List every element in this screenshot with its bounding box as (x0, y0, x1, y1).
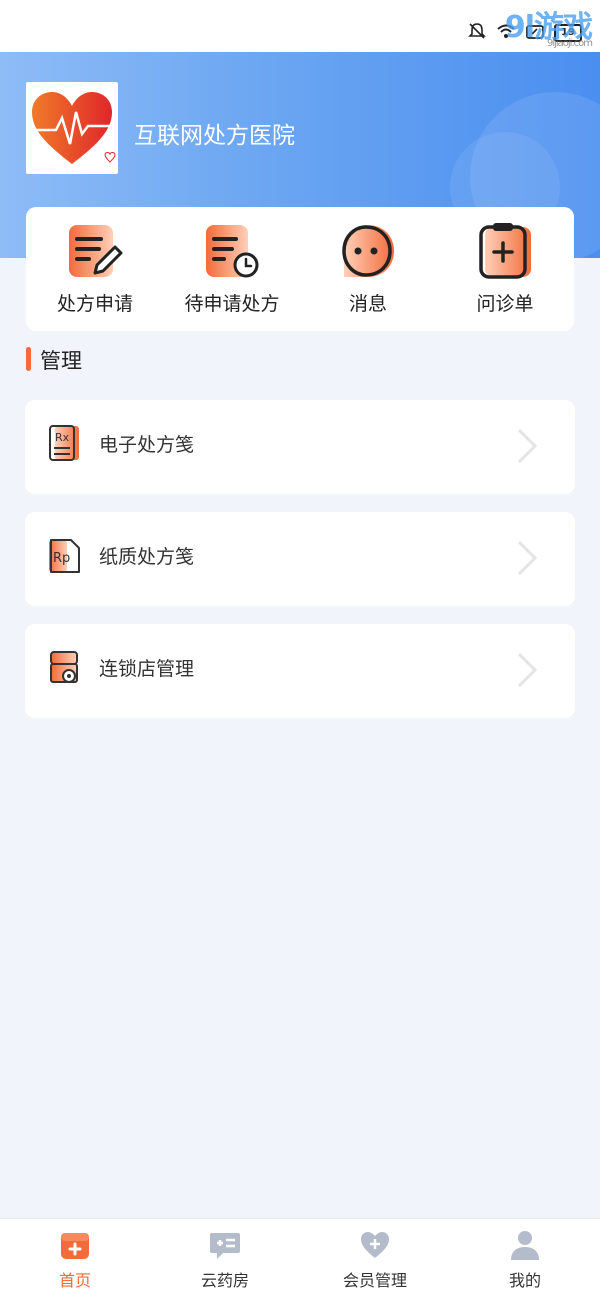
quick-actions-card: 处方申请 待申请处方 消息 问诊单 (26, 207, 574, 331)
menu-item-label: 纸质处方笺 (99, 546, 195, 568)
tab-label: 我的 (508, 1271, 541, 1290)
profile-icon (509, 1229, 541, 1261)
chevron-right-icon (507, 538, 547, 578)
quick-action-consultation-form[interactable]: 问诊单 (440, 221, 570, 316)
bottom-tab-bar: 首页 云药房 会员管理 我的 (0, 1218, 600, 1302)
tab-home[interactable]: 首页 (0, 1229, 150, 1291)
pharmacy-icon (209, 1229, 241, 1261)
home-icon (59, 1229, 91, 1261)
consultation-form-icon (475, 221, 535, 281)
tab-label: 会员管理 (342, 1271, 407, 1290)
member-heart-icon (359, 1229, 391, 1261)
menu-item-e-prescription[interactable]: Rx 电子处方笺 (25, 400, 575, 494)
quick-action-label: 问诊单 (476, 293, 534, 315)
tab-mine[interactable]: 我的 (450, 1229, 600, 1291)
tab-label: 云药房 (200, 1271, 249, 1290)
chevron-right-icon (507, 426, 547, 466)
message-icon (338, 221, 398, 281)
menu-item-paper-prescription[interactable]: Rp 纸质处方笺 (25, 512, 575, 606)
svg-text:Rx: Rx (55, 431, 70, 444)
hospital-name: 互联网处方医院 (134, 123, 295, 149)
quick-action-prescription-apply[interactable]: 处方申请 (30, 221, 160, 316)
tab-label: 首页 (58, 1271, 91, 1290)
menu-item-chain-store-management[interactable]: 连锁店管理 (25, 624, 575, 718)
rx-document-icon: Rx (47, 424, 81, 464)
store-settings-icon (47, 648, 81, 688)
menu-item-label: 连锁店管理 (99, 658, 195, 680)
tab-cloud-pharmacy[interactable]: 云药房 (150, 1229, 300, 1291)
prescription-pending-icon (202, 221, 262, 281)
rp-paper-icon: Rp (47, 536, 81, 576)
bell-off-icon (468, 22, 486, 44)
chevron-right-icon (507, 650, 547, 690)
quick-action-messages[interactable]: 消息 (303, 221, 433, 316)
menu-item-label: 电子处方笺 (99, 434, 195, 456)
tab-member-management[interactable]: 会员管理 (300, 1229, 450, 1291)
hospital-logo (26, 82, 118, 174)
quick-action-label: 待申请处方 (184, 293, 280, 315)
svg-text:Rp: Rp (53, 551, 70, 566)
quick-action-pending-prescription[interactable]: 待申请处方 (167, 221, 297, 316)
prescription-edit-icon (65, 221, 125, 281)
watermark-logo: 9l游戏 9ljiaoji.com (505, 2, 593, 49)
section-accent-bar (26, 347, 31, 371)
quick-action-label: 处方申请 (56, 293, 133, 315)
quick-action-label: 消息 (348, 293, 387, 315)
section-title: 管理 (40, 349, 82, 373)
status-bar: 19 9l游戏 9ljiaoji.com (0, 0, 600, 52)
